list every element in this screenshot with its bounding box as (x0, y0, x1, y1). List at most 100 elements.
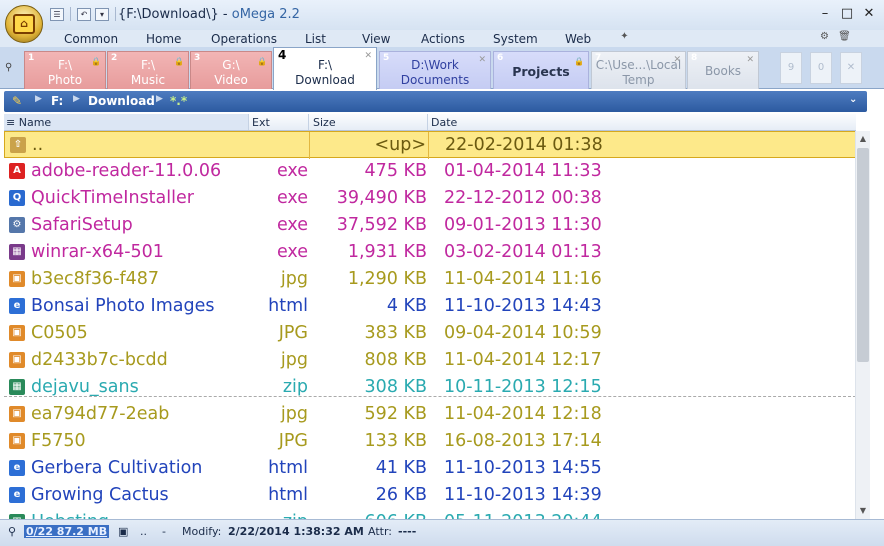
file-name: d2433b7c-bcdd (31, 350, 168, 370)
scroll-down-icon[interactable]: ▼ (856, 504, 870, 518)
file-date: 22-12-2012 00:38 (444, 188, 602, 208)
tab-actions[interactable]: Actions (421, 32, 465, 46)
breadcrumb-drive[interactable]: F: (51, 94, 63, 108)
undo-icon[interactable]: ↶ (77, 7, 91, 21)
file-row[interactable]: ▦ dejavu_sans zip 308 KB 10-11-2013 12:15 (4, 374, 856, 401)
column-ext[interactable]: Ext (252, 116, 270, 129)
tab-view[interactable]: View (362, 32, 390, 46)
file-size: 808 KB (364, 350, 427, 370)
file-row[interactable]: Aadobe-reader-11.0.06 exe 475 KB 01-04-2014… (4, 158, 856, 185)
window-title: {F:\Download\} - oMega 2.2 (118, 7, 300, 22)
chevron-down-icon[interactable]: ⌄ (849, 94, 857, 105)
file-row[interactable]: e Bonsai Photo Images html 4 KB 11-10-2013 1… (4, 293, 856, 320)
tab-common[interactable]: Common (64, 32, 118, 46)
maximize-button[interactable]: □ (837, 6, 857, 22)
trash-icon[interactable]: 🗑 (837, 31, 852, 44)
column-name[interactable]: ≡ Name (6, 116, 51, 129)
tab-list-icon[interactable]: ⚲ (5, 62, 12, 73)
image-icon: ▣ (9, 352, 25, 368)
column-separator[interactable] (248, 114, 249, 130)
folder-tab-books[interactable]: 8 ✕ Books (687, 51, 759, 89)
file-row[interactable]: ▣ b3ec8f36-f487 jpg 1,290 KB 11-04-2014 11:1… (4, 266, 856, 293)
image-icon[interactable]: ▣ (118, 525, 128, 538)
qat-separator (70, 7, 71, 21)
modify-label: Modify: (182, 525, 222, 538)
installer-icon: ⚙ (9, 217, 25, 233)
empty-tab-close[interactable]: ✕ (840, 52, 862, 84)
vertical-scrollbar[interactable]: ▲ ▼ (855, 131, 870, 519)
file-row[interactable]: ▣ F5750 JPG 133 KB 16-08-2013 17:14 (4, 428, 856, 455)
settings-icon[interactable]: ⚙ (817, 31, 832, 44)
tab-web[interactable]: Web (565, 32, 591, 46)
chevron-right-icon: ▶ (156, 94, 163, 104)
file-date: 16-08-2013 17:14 (444, 431, 602, 451)
close-button[interactable]: ✕ (859, 6, 879, 22)
folder-tab-photo[interactable]: 1 🔒 F:\ Photo (24, 51, 106, 89)
file-size: 606 KB (365, 512, 427, 519)
selection-summary[interactable]: 0/22 87.2 MB (24, 525, 110, 538)
ribbon-tabs: Common Home Operations List View Actions… (0, 30, 884, 47)
close-tab-icon[interactable]: ✕ (364, 49, 372, 64)
folder-tab-projects[interactable]: 6 🔒 Projects (493, 51, 589, 89)
column-separator[interactable] (308, 114, 309, 130)
file-list[interactable]: ⇧.. <up> 22-02-2014 01:38 Aadobe-reader-11.… (4, 131, 856, 519)
file-row[interactable]: ▣ ea794d77-2eab jpg 592 KB 11-04-2014 12:18 (4, 401, 856, 428)
file-row[interactable]: e Gerbera Cultivation html 41 KB 11-10-2013 … (4, 455, 856, 482)
empty-tab-0[interactable]: 0 (810, 52, 832, 84)
folder-tab-download[interactable]: 4 ✕ F:\ Download (273, 47, 377, 90)
close-tab-icon[interactable]: ✕ (746, 53, 754, 68)
search-icon[interactable]: ⚲ (8, 525, 16, 538)
tab-list[interactable]: List (305, 32, 326, 46)
folder-tab-temp[interactable]: 7 ✕ C:\Use...\Local Temp (591, 51, 686, 89)
tab-label: Documents (400, 73, 470, 87)
breadcrumb-folder[interactable]: Download (88, 94, 155, 108)
breadcrumb-filter[interactable]: *.* (170, 94, 187, 108)
tab-number: 2 (111, 53, 118, 63)
pdf-icon: A (9, 163, 25, 179)
tab-system[interactable]: System (493, 32, 538, 46)
menu-icon[interactable]: ☰ (50, 7, 64, 21)
file-row[interactable]: ⚙ SafariSetup exe 37,592 KB 09-01-2013 11:30 (4, 212, 856, 239)
column-divider (428, 132, 429, 159)
file-row[interactable]: ▦Hobstingzip606 KB05-11-2013 20:44 (4, 509, 856, 519)
title-bar: ☰ ↶ ▾ {F:\Download\} - oMega 2.2 – □ ✕ (0, 0, 884, 30)
file-ext: zip (283, 512, 308, 519)
app-name: oMega 2.2 (231, 7, 300, 22)
column-size[interactable]: Size (313, 116, 336, 129)
tab-number: 1 (28, 53, 35, 63)
close-tab-icon[interactable]: ✕ (478, 53, 486, 68)
scroll-thumb[interactable] (857, 148, 869, 362)
file-row[interactable]: Q QuickTimeInstaller exe 39,490 KB 22-12-201… (4, 185, 856, 212)
new-tab-icon[interactable]: ✦ (617, 31, 632, 44)
tab-label: Music (130, 73, 166, 87)
app-menu-button[interactable]: ⌂ (5, 5, 43, 43)
file-size: <up> (374, 135, 426, 155)
column-separator[interactable] (427, 114, 428, 130)
html-icon: e (9, 298, 25, 314)
column-date[interactable]: Date (431, 116, 457, 129)
tab-home[interactable]: Home (146, 32, 181, 46)
minimize-button[interactable]: – (815, 6, 835, 22)
edit-path-icon[interactable]: ✎ (12, 94, 22, 108)
scroll-up-icon[interactable]: ▲ (856, 132, 870, 146)
file-row[interactable]: ▦ winrar-x64-501 exe 1,931 KB 03-02-2014 01:… (4, 239, 856, 266)
empty-tab-9[interactable]: 9 (780, 52, 802, 84)
file-ext: zip (282, 377, 308, 397)
file-row[interactable]: ▣ d2433b7c-bcdd jpg 808 KB 11-04-2014 12:17 (4, 347, 856, 374)
file-date: 22-02-2014 01:38 (445, 135, 603, 155)
file-size: 26 KB (375, 485, 427, 505)
parent-dir-row[interactable]: ⇧.. <up> 22-02-2014 01:38 (4, 131, 856, 159)
tab-number: 3 (194, 53, 201, 63)
file-ext: JPG (278, 431, 308, 451)
close-tab-icon[interactable]: ✕ (673, 53, 681, 68)
folder-tab-documents[interactable]: 5 ✕ D:\Work Documents (379, 51, 491, 89)
file-row[interactable]: e Growing Cactus html 26 KB 11-10-2013 14:39 (4, 482, 856, 509)
folder-tab-music[interactable]: 2 🔒 F:\ Music (107, 51, 189, 89)
tab-operations[interactable]: Operations (211, 32, 277, 46)
file-ext: exe (276, 188, 308, 208)
file-row[interactable]: ▣ C0505 JPG 383 KB 09-04-2014 10:59 (4, 320, 856, 347)
status-bar: ⚲ 0/22 87.2 MB ▣ .. - Modify: 2/22/2014 … (0, 519, 884, 546)
lock-icon: 🔒 (257, 57, 267, 66)
folder-tab-video[interactable]: 3 🔒 G:\ Video (190, 51, 272, 89)
dropdown-icon[interactable]: ▾ (95, 7, 109, 21)
